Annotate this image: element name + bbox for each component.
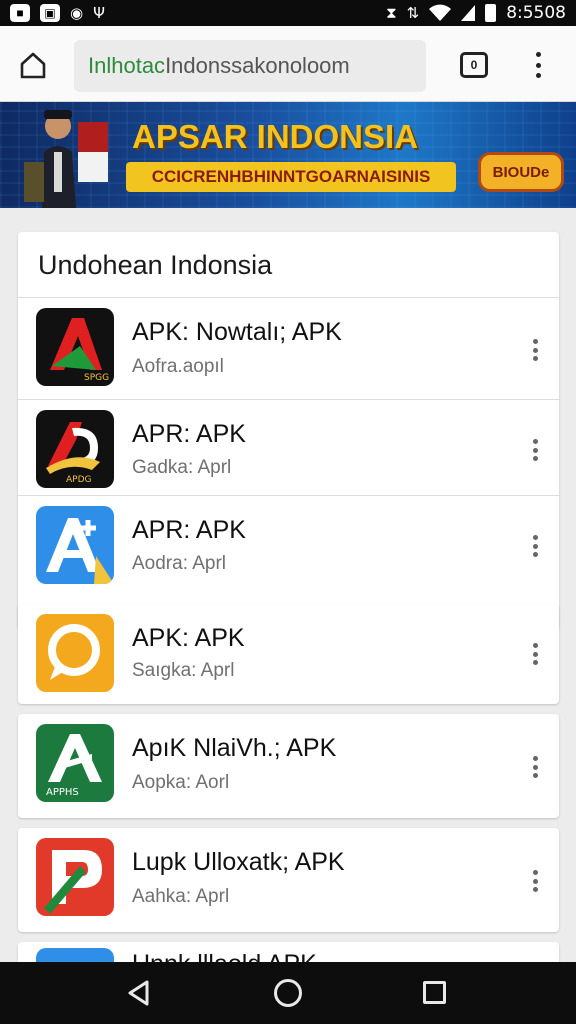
app-icon xyxy=(36,506,114,584)
more-options-icon[interactable] xyxy=(530,535,540,557)
app-icon-text: APDG xyxy=(66,475,92,485)
tab-switcher-button[interactable]: 0 xyxy=(460,52,488,78)
app-list-item[interactable]: SPGG APK: Nowtalı; APK Aofra.aopıl xyxy=(18,298,559,400)
app-title: APR: APK xyxy=(132,420,246,448)
battery-icon xyxy=(485,4,497,22)
officer-figure-icon xyxy=(24,110,108,208)
app-icon xyxy=(36,614,114,692)
status-bar: ■ ▣ ◉ Ψ ⧗ ⇅ 8:5508 xyxy=(0,0,576,26)
more-options-icon[interactable] xyxy=(530,643,540,665)
overflow-menu-icon[interactable] xyxy=(528,48,548,82)
app-card[interactable]: APPHS ApıK NlaiVh.; APK Aopka: Aorl xyxy=(18,714,559,818)
more-options-icon[interactable] xyxy=(530,870,540,892)
more-options-icon[interactable] xyxy=(530,756,540,778)
app-icon: APDG xyxy=(36,410,114,488)
app-list-item[interactable]: APR: APK Aodra: Aprl xyxy=(18,496,559,592)
gallery-icon: ▣ xyxy=(40,4,60,22)
section-title: Undohean Indonsia xyxy=(38,250,273,280)
back-icon[interactable] xyxy=(125,979,153,1007)
app-icon-text: APPHS xyxy=(46,787,79,798)
status-time: 8:5508 xyxy=(506,3,566,23)
app-title: APR: APK xyxy=(132,516,246,544)
signal-icon xyxy=(461,5,476,21)
sync-icon: ◉ xyxy=(70,4,84,22)
app-title: APK: Nowtalı; APK xyxy=(132,318,342,346)
data-icon: ⇅ xyxy=(406,4,420,22)
app-subtitle: Aopka: Aorl xyxy=(132,772,230,793)
status-right-icons: ⧗ ⇅ 8:5508 xyxy=(386,3,566,23)
browser-toolbar: Inlhotac Indonssakonoloom 0 xyxy=(0,26,576,102)
app-subtitle: Aofra.aopıl xyxy=(132,356,224,377)
tab-count: 0 xyxy=(470,58,478,72)
app-icon xyxy=(36,838,114,916)
app-subtitle: Aahka: Aprl xyxy=(132,886,230,907)
address-bar[interactable]: Inlhotac Indonssakonoloom xyxy=(74,40,426,92)
wifi-icon xyxy=(429,4,452,21)
recent-apps-icon[interactable] xyxy=(423,981,446,1004)
app-title: APK: APK xyxy=(132,624,245,652)
app-subtitle: Gadka: Aprl xyxy=(132,457,232,478)
url-secure-part: Inlhotac xyxy=(88,53,166,78)
promo-banner[interactable]: APSAR INDONSIA CCICRENHBHINNTGOARNAISINI… xyxy=(0,102,576,208)
usb-icon: Ψ xyxy=(93,4,105,22)
url-text: Indonssakonoloom xyxy=(165,53,350,78)
app-card[interactable]: Lupk Ulloxatk; APK Aahka: Aprl xyxy=(18,828,559,932)
vibrate-icon: ⧗ xyxy=(386,4,397,22)
home-icon[interactable] xyxy=(18,50,48,80)
app-title: ApıK NlaiVh.; APK xyxy=(132,734,337,762)
app-subtitle: Saıgka: Aprl xyxy=(132,660,235,681)
app-title: Lupk Ulloxatk; APK xyxy=(132,848,345,876)
app-subtitle: Aodra: Aprl xyxy=(132,553,226,574)
image-icon: ■ xyxy=(10,4,30,22)
banner-subtitle: CCICRENHBHINNTGOARNAISINIS xyxy=(126,162,456,192)
app-card[interactable]: APK: APK Saıgka: Aprl xyxy=(18,604,559,704)
app-icon: SPGG xyxy=(36,308,114,386)
banner-title: APSAR INDONSIA xyxy=(132,118,419,155)
more-options-icon[interactable] xyxy=(530,439,540,461)
home-circle-icon[interactable] xyxy=(274,979,302,1007)
status-left-icons: ■ ▣ ◉ Ψ xyxy=(10,4,105,22)
more-options-icon[interactable] xyxy=(530,339,540,361)
banner-badge[interactable]: BIOUDe xyxy=(478,152,564,192)
app-icon: APPHS xyxy=(36,724,114,802)
app-list-item[interactable]: APDG APR: APK Gadka: Aprl xyxy=(18,400,559,496)
system-navigation-bar xyxy=(0,962,576,1024)
app-icon-text: SPGG xyxy=(84,373,109,383)
